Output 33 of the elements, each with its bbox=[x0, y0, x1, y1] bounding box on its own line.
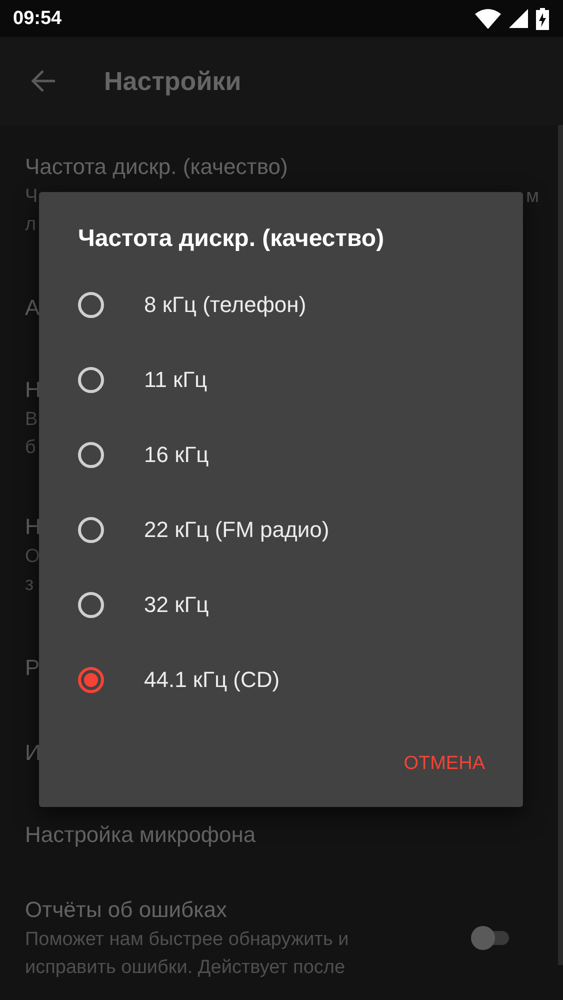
setting-title: Настройка микрофона bbox=[25, 821, 256, 849]
setting-title: Частота дискр. (качество) bbox=[25, 153, 288, 181]
radio-button[interactable] bbox=[78, 292, 104, 318]
clock: 09:54 bbox=[13, 8, 62, 30]
option-label[interactable]: 16 кГц bbox=[144, 442, 209, 468]
setting-title: И bbox=[25, 738, 41, 766]
radio-button[interactable] bbox=[78, 592, 104, 618]
radio-button[interactable] bbox=[78, 666, 104, 692]
option-label[interactable]: 11 кГц bbox=[144, 366, 208, 392]
setting-summary: исправить ошибки. Действует после bbox=[25, 956, 346, 980]
setting-summary: Ч bbox=[25, 185, 38, 209]
setting-title: Н bbox=[25, 376, 41, 404]
setting-summary: м bbox=[526, 185, 539, 209]
setting-summary: Поможет нам быстрее обнаружить и bbox=[25, 928, 349, 952]
option-label[interactable]: 8 кГц (телефон) bbox=[144, 292, 306, 318]
screen-title: Настройки bbox=[104, 66, 242, 96]
option-label[interactable]: 22 кГц (FM радио) bbox=[144, 516, 330, 542]
setting-title: Н bbox=[25, 513, 41, 541]
battery-charging-icon bbox=[536, 8, 549, 30]
radio-button[interactable] bbox=[78, 516, 104, 542]
toggle-switch[interactable] bbox=[471, 926, 509, 950]
option-label[interactable]: 44.1 кГц (CD) bbox=[144, 666, 280, 692]
setting-title: Р bbox=[25, 654, 40, 682]
radio-button[interactable] bbox=[78, 366, 104, 392]
wifi-icon bbox=[475, 8, 501, 28]
back-arrow-icon[interactable] bbox=[30, 68, 56, 94]
setting-summary: л bbox=[25, 213, 36, 237]
dialog-title: Частота дискр. (качество) bbox=[78, 225, 386, 253]
setting-title: А bbox=[25, 294, 40, 322]
signal-icon bbox=[509, 9, 528, 28]
radio-button[interactable] bbox=[78, 442, 104, 468]
setting-title: Отчёты об ошибках bbox=[25, 896, 227, 924]
option-label[interactable]: 32 кГц bbox=[144, 592, 209, 618]
